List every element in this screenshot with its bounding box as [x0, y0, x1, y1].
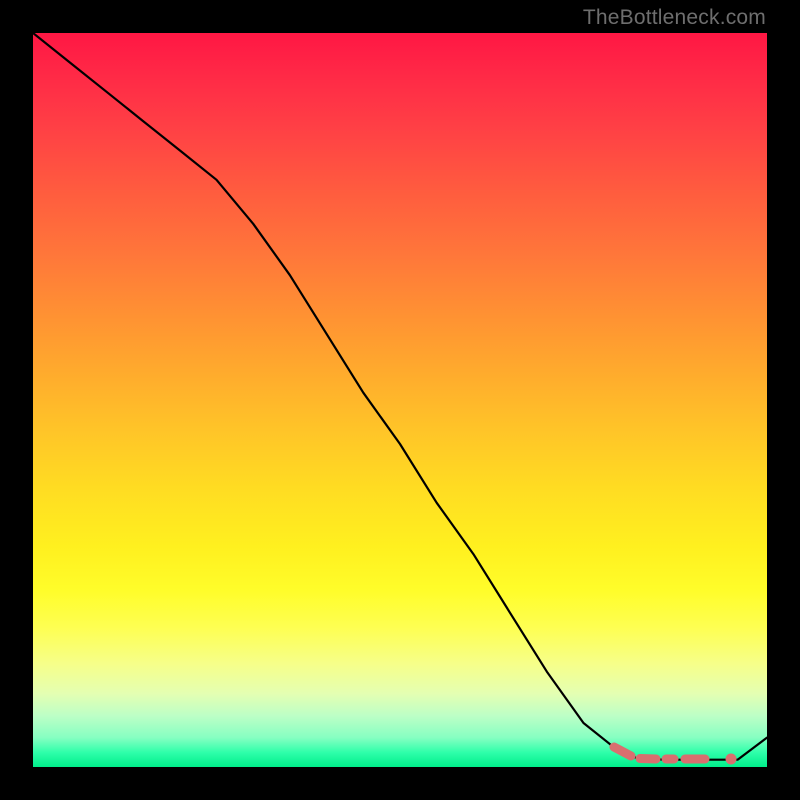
bottleneck-curve: [33, 33, 767, 760]
dash-segment: [640, 759, 656, 760]
end-dot-icon: [726, 754, 737, 765]
plot-area: [33, 33, 767, 767]
chart-frame: TheBottleneck.com: [0, 0, 800, 800]
min-region-marker: [614, 747, 737, 765]
dash-segment: [614, 747, 631, 756]
watermark-text: TheBottleneck.com: [583, 6, 766, 30]
chart-svg: [33, 33, 767, 767]
